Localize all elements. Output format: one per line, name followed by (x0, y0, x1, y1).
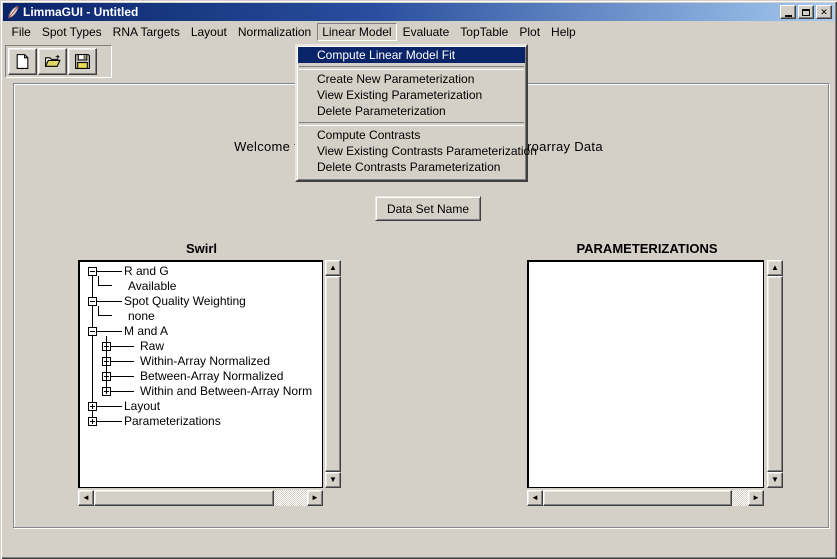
arrow-right-icon: ► (311, 494, 319, 502)
tree-item-label: Spot Quality Weighting (124, 294, 246, 309)
scroll-left-button[interactable]: ◄ (527, 490, 543, 506)
tree-item-label: Parameterizations (124, 414, 221, 429)
close-icon: ✕ (821, 7, 828, 17)
scroll-down-button[interactable]: ▼ (325, 472, 341, 488)
menubar-item-linear-model[interactable]: Linear Model (317, 23, 397, 41)
left-horizontal-scrollbar[interactable]: ◄ ► (78, 490, 323, 506)
minimize-icon (785, 15, 792, 17)
toolbar (5, 45, 112, 78)
arrow-left-icon: ◄ (82, 494, 90, 502)
new-file-icon (14, 53, 31, 70)
horizontal-scroll-thumb[interactable] (543, 490, 732, 506)
right-horizontal-scrollbar[interactable]: ◄ ► (527, 490, 764, 506)
tree-item-label: Between-Array Normalized (140, 369, 283, 384)
menu-separator (298, 63, 525, 71)
right-vertical-scrollbar[interactable]: ▲ ▼ (767, 260, 783, 488)
tree-item-label: Available (128, 279, 176, 294)
left-vertical-scrollbar[interactable]: ▲ ▼ (325, 260, 341, 488)
swirl-tree: R and GAvailableSpot Quality Weightingno… (82, 264, 322, 487)
tree-item-spot-quality-weighting[interactable]: Spot Quality Weighting (82, 294, 322, 309)
menu-item-create-new-parameterization[interactable]: Create New Parameterization (298, 71, 525, 87)
open-folder-icon (44, 53, 61, 70)
tree-item-parameterizations[interactable]: Parameterizations (82, 414, 322, 429)
tree-item-within-array-normalized[interactable]: Within-Array Normalized (82, 354, 322, 369)
scroll-up-button[interactable]: ▲ (767, 260, 783, 276)
app-window: LimmaGUI - Untitled ✕ FileSpot TypesRNA … (0, 0, 837, 559)
tree-item-label: R and G (124, 264, 169, 279)
tree-item-none[interactable]: none (82, 309, 322, 324)
scroll-right-button[interactable]: ► (307, 490, 323, 506)
scroll-up-button[interactable]: ▲ (325, 260, 341, 276)
menubar-item-layout[interactable]: Layout (185, 23, 232, 41)
tree-item-label: M and A (124, 324, 168, 339)
swirl-tree-listbox[interactable]: R and GAvailableSpot Quality Weightingno… (78, 260, 323, 488)
parameterizations-listbox[interactable] (527, 260, 764, 488)
maximize-icon (802, 9, 810, 16)
tree-item-between-array-normalized[interactable]: Between-Array Normalized (82, 369, 322, 384)
menu-item-delete-parameterization[interactable]: Delete Parameterization (298, 103, 525, 119)
menu-item-view-existing-parameterization[interactable]: View Existing Parameterization (298, 87, 525, 103)
arrow-right-icon: ► (752, 494, 760, 502)
arrow-up-icon: ▲ (329, 264, 337, 272)
tree-item-within-and-between-array-norm[interactable]: Within and Between-Array Norm (82, 384, 322, 399)
tree-item-label: Raw (140, 339, 164, 354)
menu-item-delete-contrasts-parameterization[interactable]: Delete Contrasts Parameterization (298, 159, 525, 175)
open-file-button[interactable] (38, 48, 67, 75)
data-set-name-button[interactable]: Data Set Name (375, 196, 481, 221)
menubar-item-help[interactable]: Help (546, 23, 582, 41)
tree-connector-line (106, 336, 107, 392)
menubar-item-rna-targets[interactable]: RNA Targets (107, 23, 185, 41)
vertical-scroll-thumb[interactable] (325, 276, 341, 472)
scroll-right-button[interactable]: ► (748, 490, 764, 506)
window-title: LimmaGUI - Untitled (23, 3, 138, 21)
save-file-button[interactable] (68, 48, 97, 75)
menubar: FileSpot TypesRNA TargetsLayoutNormaliza… (3, 22, 834, 42)
tree-item-m-and-a[interactable]: M and A (82, 324, 322, 339)
menubar-item-normalization[interactable]: Normalization (232, 23, 316, 41)
linear-model-menu: Compute Linear Model Fit Create New Param… (295, 44, 528, 182)
tree-item-label: none (128, 309, 155, 324)
right-panel-title: PARAMETERIZATIONS (527, 241, 767, 256)
menubar-item-toptable[interactable]: TopTable (455, 23, 514, 41)
status-bar (3, 532, 834, 556)
arrow-up-icon: ▲ (771, 264, 779, 272)
left-panel-title: Swirl (78, 241, 325, 256)
arrow-left-icon: ◄ (531, 494, 539, 502)
scroll-down-button[interactable]: ▼ (767, 472, 783, 488)
horizontal-scroll-thumb[interactable] (94, 490, 274, 506)
minimize-button[interactable] (780, 5, 796, 19)
close-button[interactable]: ✕ (816, 5, 832, 19)
menu-separator (298, 119, 525, 127)
tree-item-raw[interactable]: Raw (82, 339, 322, 354)
tree-item-r-and-g[interactable]: R and G (82, 264, 322, 279)
app-feather-icon (6, 5, 20, 19)
menu-item-view-existing-contrasts-parameterization[interactable]: View Existing Contrasts Parameterization (298, 143, 525, 159)
arrow-down-icon: ▼ (329, 476, 337, 484)
vertical-scroll-thumb[interactable] (767, 276, 783, 472)
menu-item-compute-linear-model-fit[interactable]: Compute Linear Model Fit (298, 47, 525, 63)
scroll-left-button[interactable]: ◄ (78, 490, 94, 506)
menubar-item-file[interactable]: File (6, 23, 36, 41)
menubar-item-plot[interactable]: Plot (514, 23, 546, 41)
menubar-item-evaluate[interactable]: Evaluate (397, 23, 455, 41)
new-file-button[interactable] (8, 48, 37, 75)
tree-item-layout[interactable]: Layout (82, 399, 322, 414)
menubar-item-spot-types[interactable]: Spot Types (36, 23, 107, 41)
tree-item-label: Layout (124, 399, 160, 414)
tree-item-label: Within-Array Normalized (140, 354, 270, 369)
save-floppy-icon (74, 53, 91, 70)
arrow-down-icon: ▼ (771, 476, 779, 484)
tree-item-label: Within and Between-Array Norm (140, 384, 312, 399)
maximize-button[interactable] (798, 5, 814, 19)
tree-item-available[interactable]: Available (82, 279, 322, 294)
menu-item-compute-contrasts[interactable]: Compute Contrasts (298, 127, 525, 143)
titlebar[interactable]: LimmaGUI - Untitled ✕ (3, 3, 834, 21)
